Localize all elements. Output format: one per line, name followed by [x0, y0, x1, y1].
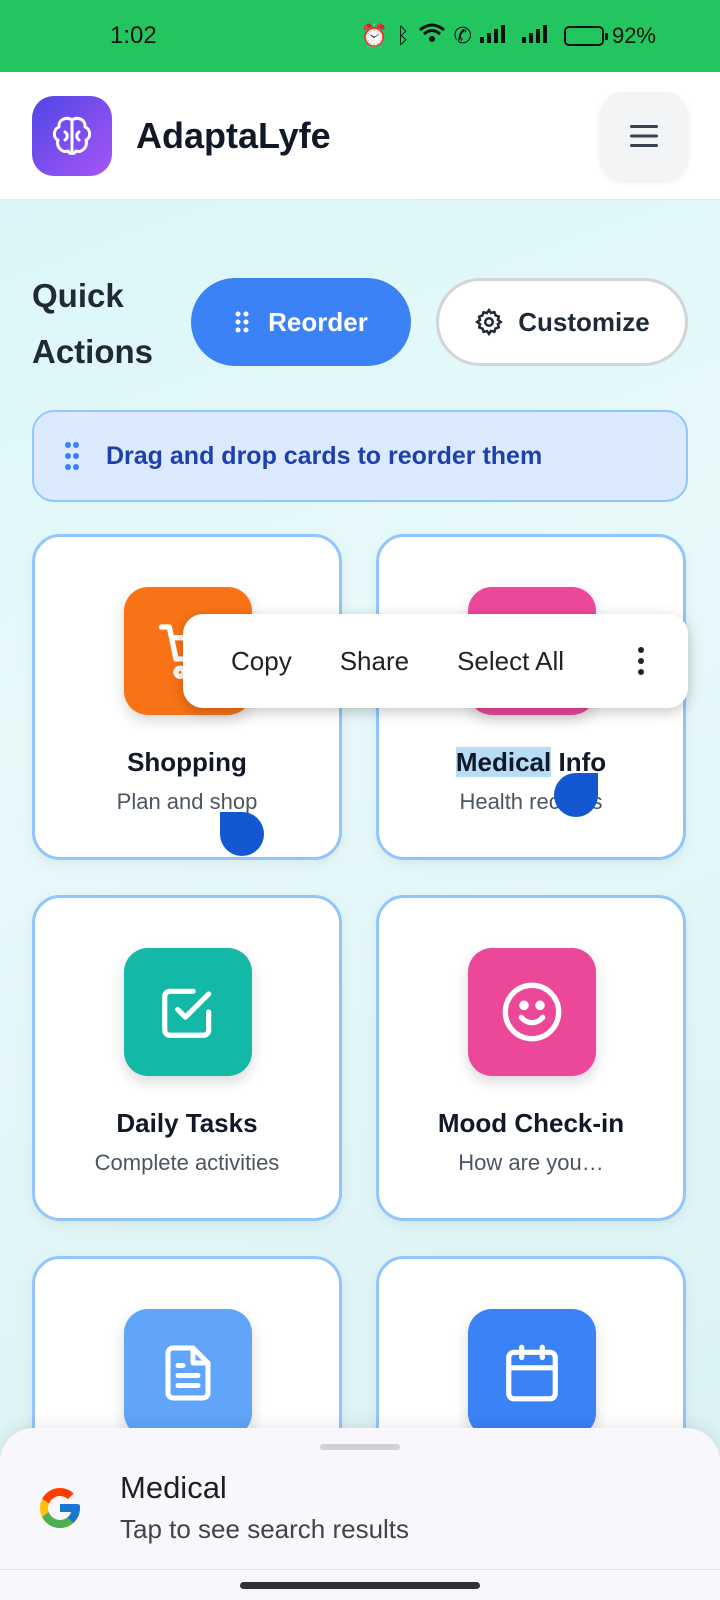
wifi-calling-icon: ✆ — [453, 23, 472, 48]
drag-handle-icon — [65, 442, 79, 470]
customize-label: Customize — [518, 306, 650, 337]
sheet-drag-handle[interactable] — [320, 1444, 400, 1450]
bluetooth-icon: ᛒ — [396, 23, 410, 48]
document-icon — [124, 1309, 252, 1437]
google-icon — [40, 1488, 80, 1528]
gear-icon — [475, 307, 504, 337]
battery-percent: 92% — [611, 23, 656, 48]
selection-end-handle[interactable] — [554, 773, 598, 817]
signal-icon-2 — [521, 23, 556, 49]
gesture-nav-bar[interactable] — [240, 1582, 480, 1589]
card-title: Medical Info — [379, 747, 683, 778]
card-daily-tasks[interactable]: Daily Tasks Complete activities — [32, 895, 342, 1221]
card-title: Shopping — [127, 747, 247, 777]
battery-icon — [563, 26, 608, 46]
card-subtitle: How are you… — [458, 1150, 604, 1175]
search-query: Medical — [120, 1470, 227, 1505]
status-time: 1:02 — [110, 22, 157, 49]
alarm-icon: ⏰ — [360, 23, 389, 48]
app-header: AdaptaLyfe — [0, 72, 720, 200]
reorder-hint-banner: Drag and drop cards to reorder them — [32, 410, 688, 502]
status-bar: 1:02 ⏰ ᛒ ✆ 92% — [0, 0, 720, 72]
selected-text[interactable]: Medical — [455, 747, 552, 777]
card-title: Daily Tasks — [116, 1108, 258, 1138]
share-menu-item[interactable]: Share — [340, 646, 409, 677]
drag-handle-icon — [235, 311, 249, 333]
hamburger-icon — [630, 124, 658, 147]
card-subtitle: Plan and shop — [116, 789, 258, 814]
copy-menu-item[interactable]: Copy — [231, 646, 292, 677]
card-subtitle: Health records — [459, 789, 603, 814]
search-hint: Tap to see search results — [120, 1514, 410, 1544]
card-mood-check-in[interactable]: Mood Check-in How are you… — [376, 895, 686, 1221]
customize-button[interactable]: Customize — [436, 278, 688, 366]
selection-start-handle[interactable] — [220, 812, 264, 856]
reorder-label: Reorder — [268, 306, 368, 337]
brain-logo-icon — [32, 95, 112, 176]
app-title: AdaptaLyfe — [136, 114, 331, 156]
card-title: Mood Check-in — [437, 1108, 625, 1138]
calendar-icon — [468, 1309, 596, 1437]
more-options-icon[interactable] — [638, 647, 644, 675]
search-suggestion-sheet[interactable]: Medical Tap to see search results — [0, 1428, 720, 1600]
divider — [0, 1569, 720, 1570]
card-subtitle: Complete activities — [94, 1150, 280, 1175]
section-title: Quick Actions — [32, 277, 154, 370]
menu-button[interactable] — [600, 91, 688, 180]
reorder-button[interactable]: Reorder — [191, 278, 411, 366]
status-icons: ⏰ ᛒ ✆ 92% — [361, 22, 656, 50]
smile-icon — [468, 948, 596, 1076]
hint-text: Drag and drop cards to reorder them — [106, 441, 543, 470]
checkbox-icon — [124, 948, 252, 1076]
text-context-menu: Copy Share Select All — [183, 614, 688, 708]
select-all-menu-item[interactable]: Select All — [457, 646, 564, 677]
signal-icon — [479, 23, 514, 49]
wifi-icon — [418, 22, 446, 50]
